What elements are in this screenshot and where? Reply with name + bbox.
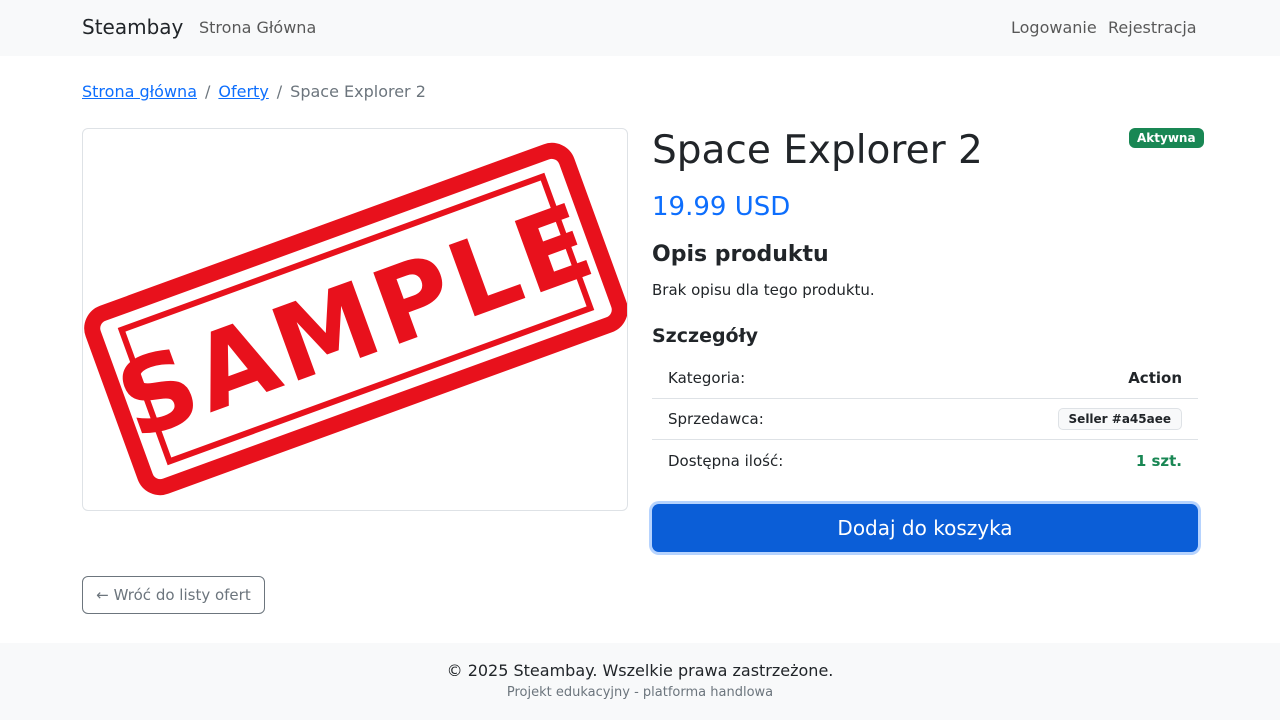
seller-label: Sprzedawca: (668, 410, 764, 428)
breadcrumb-home-link[interactable]: Strona główna (82, 82, 197, 101)
description-text: Brak opisu dla tego produktu. (652, 281, 875, 299)
details-table: Kategoria: Action Sprzedawca: Seller #a4… (652, 358, 1198, 481)
description-heading: Opis produktu (652, 242, 829, 267)
category-value: Action (1128, 369, 1182, 387)
breadcrumb-separator: / (205, 82, 211, 101)
nav-link-register[interactable]: Rejestracja (1108, 18, 1197, 37)
product-price: 19.99 USD (652, 192, 791, 222)
navbar: Steambay Strona Główna Logowanie Rejestr… (0, 0, 1280, 56)
details-row-seller: Sprzedawca: Seller #a45aee (652, 399, 1198, 440)
product-image-card: SAMPLE (82, 128, 628, 511)
brand-logo[interactable]: Steambay (82, 15, 183, 39)
quantity-value: 1 szt. (1135, 451, 1182, 470)
quantity-label: Dostępna ilość: (668, 451, 784, 470)
breadcrumb-current: Space Explorer 2 (290, 82, 426, 101)
footer-subtitle: Projekt edukacyjny - platforma handlowa (506, 685, 774, 700)
nav-link-login[interactable]: Logowanie (1011, 18, 1097, 37)
footer-copyright: © 2025 Steambay. Wszelkie prawa zastrzeż… (446, 661, 834, 680)
seller-badge: Seller #a45aee (1057, 408, 1182, 430)
status-badge: Aktywna (1129, 128, 1204, 148)
footer: © 2025 Steambay. Wszelkie prawa zastrzeż… (0, 643, 1280, 720)
category-label: Kategoria: (668, 369, 746, 387)
product-title: Space Explorer 2 (652, 128, 983, 173)
add-to-cart-button[interactable]: Dodaj do koszyka (652, 504, 1198, 552)
back-to-offers-button[interactable]: ← Wróć do listy ofert (82, 576, 265, 614)
breadcrumb-offers-link[interactable]: Oferty (218, 82, 268, 101)
product-image: SAMPLE (84, 142, 627, 496)
details-row-category: Kategoria: Action (652, 358, 1198, 399)
breadcrumb: Strona główna / Oferty / Space Explorer … (82, 82, 426, 101)
details-heading: Szczegóły (652, 325, 759, 347)
details-row-quantity: Dostępna ilość: 1 szt. (652, 440, 1198, 481)
breadcrumb-separator: / (276, 82, 283, 101)
nav-link-home[interactable]: Strona Główna (199, 18, 316, 37)
